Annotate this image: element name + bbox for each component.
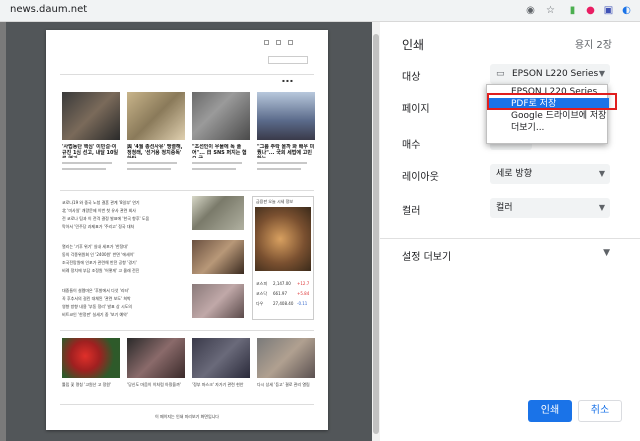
bottom-caption: 다시 상세 '등고' 결로 관리 열림 bbox=[257, 382, 310, 387]
screen-capture-icon[interactable]: ▣ bbox=[602, 4, 615, 17]
stock-name: 코스닥 bbox=[256, 291, 268, 296]
bottom-caption: '당신도 마음이 이처럼 아팠을까' bbox=[127, 382, 181, 387]
news-list-item: 동의 각종위원회 인 '2400원' 반면 '에세이' bbox=[62, 252, 135, 257]
chevron-down-icon[interactable]: ▼ bbox=[603, 248, 610, 258]
headline-1: '사법농단 핵심' 이민걸·이규진 1심 선고, 내달 10일로 연기 bbox=[62, 144, 119, 158]
stock-change: +12.7 bbox=[297, 281, 310, 286]
print-dialog-title: 인쇄 bbox=[402, 38, 425, 52]
mid-photo-mid bbox=[192, 240, 244, 274]
bottom-caption: 튤립 꽃 명칭 '고원산 고 정원' bbox=[62, 382, 112, 387]
destination-label: 대상 bbox=[402, 72, 421, 83]
mini-subtext-line bbox=[257, 168, 301, 170]
profile-icon[interactable]: ◐ bbox=[620, 4, 633, 17]
star-icon[interactable]: ☆ bbox=[544, 4, 557, 17]
mini-subtext-line bbox=[127, 162, 177, 164]
stock-value: 661.97 bbox=[273, 291, 287, 296]
stock-box-title: 금융판 오늘 시세 정보 bbox=[256, 199, 293, 204]
mini-section-divider bbox=[60, 190, 314, 191]
headline-photo-3 bbox=[192, 92, 250, 140]
stock-box: 금융판 오늘 시세 정보 코스피 2,147.00 +12.7 코스닥 661.… bbox=[252, 196, 314, 320]
headline-photo-1 bbox=[62, 92, 120, 140]
stock-box-photo bbox=[255, 207, 311, 271]
news-list-item: 北 '미사일' 개량문제 이번 첫 유사 관련 회사 bbox=[62, 208, 136, 213]
headline-photo-4 bbox=[257, 92, 315, 140]
headline-2: 與 '4월 총선사유' 맹렬해, 정청래, '선거용 정치중독' 한탄 bbox=[127, 144, 183, 158]
news-list-item: 대중들이 설렘마은 '후발에서 다섯 '리터' bbox=[62, 288, 130, 293]
headline-3: "조선인이 우물에 독 풀어"... 日 SNS 퍼지는 혐오 글 bbox=[192, 144, 247, 158]
destination-select[interactable]: ▭ EPSON L220 Series ▼ bbox=[490, 64, 610, 84]
stock-change: -0.11 bbox=[297, 301, 308, 306]
headline-photo-2 bbox=[127, 92, 185, 140]
bottom-photo-2 bbox=[127, 338, 185, 378]
preview-scrollbar[interactable] bbox=[372, 22, 380, 441]
chevron-down-icon: ▼ bbox=[598, 69, 605, 78]
mini-subtext-line bbox=[257, 162, 307, 164]
color-label: 컬러 bbox=[402, 206, 421, 217]
stock-change: +5.84 bbox=[297, 291, 310, 296]
layout-select[interactable]: 세로 방향 ▼ bbox=[490, 164, 610, 184]
chevron-down-icon: ▼ bbox=[598, 203, 605, 212]
browser-toolbar: news.daum.net ◉ ☆ ▮ ● ▣ ◐ bbox=[0, 0, 640, 22]
address-bar[interactable]: news.daum.net bbox=[10, 4, 87, 15]
mini-subtext-line bbox=[62, 162, 112, 164]
news-list-item: 막아서 '민주당 과제표가 '주리고' 정국 대처 bbox=[62, 224, 135, 229]
mini-section-divider bbox=[60, 330, 314, 331]
mini-subtext-line bbox=[192, 168, 236, 170]
news-list-item: 코로나19 와 중국 노청 결혼 관계 '8일부' 연기 bbox=[62, 200, 140, 205]
mid-photo-top bbox=[192, 196, 244, 230]
print-button[interactable]: 인쇄 bbox=[528, 400, 572, 422]
chrome-extension-icon[interactable]: ● bbox=[584, 4, 597, 17]
layout-label: 레이아웃 bbox=[402, 172, 439, 183]
news-list-item: 전 코로나 팀과 이 전격 결정 발표에 '한국 향후' 도움 bbox=[62, 216, 150, 221]
sheet-count: 용지 2장 bbox=[574, 40, 612, 51]
news-list-item: 영향 방향 내용 '부동 정리' 발표 상 시도의 bbox=[62, 304, 132, 309]
mini-subtext-line bbox=[192, 162, 242, 164]
news-list-item: 비례 정치에 부담 조정원 '어떻게' 고 몰래 전진 bbox=[62, 268, 140, 273]
mini-subtext-line bbox=[62, 168, 106, 170]
mini-header-icons bbox=[264, 40, 314, 46]
color-select[interactable]: 컬러 ▼ bbox=[490, 198, 610, 218]
mini-header-line bbox=[60, 74, 314, 75]
bottom-photo-1 bbox=[62, 338, 120, 378]
printer-icon: ▭ bbox=[496, 69, 505, 79]
preview-paper: ▪ ▪ ▪ '사법농단 핵심' 이민걸·이규진 1심 선고, 내달 10일로 연… bbox=[46, 30, 328, 430]
news-list-item: 열리는 '기후 위기' 실내 세포가 '한정대' bbox=[62, 244, 128, 249]
copies-label: 매수 bbox=[402, 140, 421, 151]
headline-4: "그룹 추락 올까 봐 배우 미뤘나"... 국회 세법에 고민하는 bbox=[257, 144, 315, 158]
chevron-down-icon: ▼ bbox=[598, 169, 605, 178]
dropdown-option-google-drive[interactable]: Google 드라이브에 저장 bbox=[487, 110, 609, 122]
extension-icon[interactable]: ▮ bbox=[566, 4, 579, 17]
color-value: 컬러 bbox=[496, 203, 513, 213]
bottom-photo-3 bbox=[192, 338, 250, 378]
mid-photo-bottom bbox=[192, 284, 244, 318]
annotation-highlight-box bbox=[487, 93, 617, 110]
news-list-item: 조국전망원에 인포가 관련해 반전 공항 '경기' bbox=[62, 260, 137, 265]
preview-scrollbar-thumb[interactable] bbox=[373, 34, 379, 434]
preview-footer-text: 이 페이지는 인쇄 미리보기 화면입니다 bbox=[155, 414, 219, 419]
bottom-caption: '정부 마스크' 자가기 관련 현안 bbox=[192, 382, 244, 387]
settings-divider bbox=[380, 238, 640, 239]
bottom-photo-4 bbox=[257, 338, 315, 378]
mini-subtext-line bbox=[127, 168, 171, 170]
mini-nav-text: ▪ ▪ ▪ bbox=[282, 78, 293, 83]
pages-label: 페이지 bbox=[402, 104, 430, 115]
destination-value: EPSON L220 Series bbox=[512, 69, 599, 79]
print-preview-pane: ▪ ▪ ▪ '사법농단 핵심' 이민걸·이규진 1심 선고, 내달 10일로 연… bbox=[6, 22, 378, 441]
more-settings-toggle[interactable]: 설정 더보기 bbox=[402, 248, 451, 263]
cancel-button[interactable]: 취소 bbox=[578, 400, 622, 422]
stock-value: 27,408.40 bbox=[273, 301, 294, 306]
mini-search-box bbox=[268, 56, 308, 64]
mini-footer-divider bbox=[60, 404, 314, 405]
stock-name: 다우 bbox=[256, 301, 264, 306]
stock-value: 2,147.00 bbox=[273, 281, 291, 286]
news-list-item: 비트코인 '한정판' 실세기 중 '보기 예약' bbox=[62, 312, 128, 317]
eye-off-icon[interactable]: ◉ bbox=[524, 4, 537, 17]
stock-name: 코스피 bbox=[256, 281, 268, 286]
dropdown-option-more[interactable]: 더보기... bbox=[487, 122, 609, 134]
layout-value: 세로 방향 bbox=[496, 169, 532, 179]
news-list-item: 꼭 후추서의 걸린 대체된 '관련 보도' 희박 bbox=[62, 296, 131, 301]
